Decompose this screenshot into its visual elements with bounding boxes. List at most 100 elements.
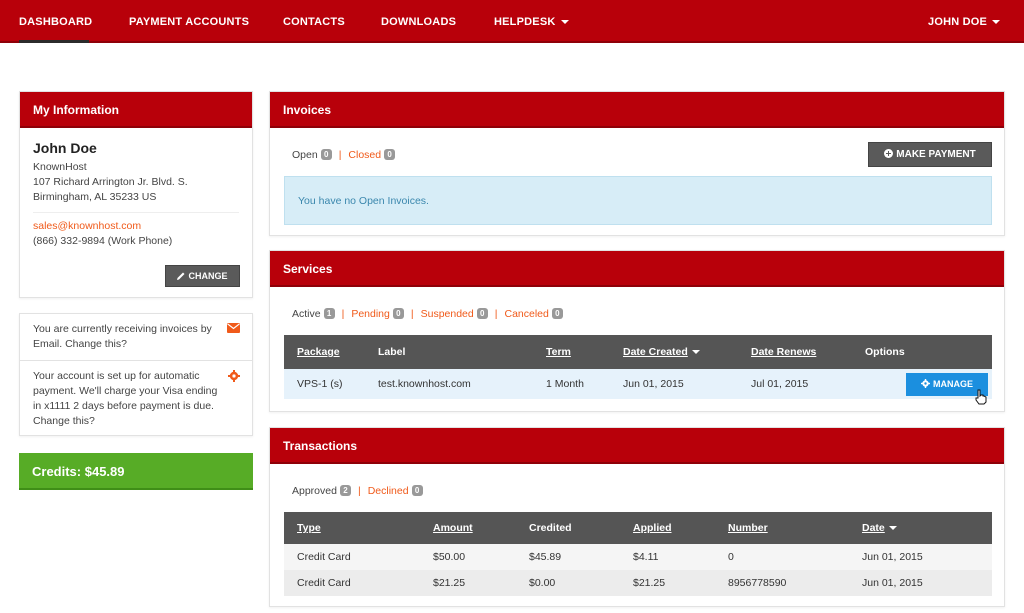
filter-approved[interactable]: Approved 2 xyxy=(292,485,351,497)
count-badge: 0 xyxy=(384,149,396,160)
chevron-down-icon xyxy=(560,20,569,25)
nav-helpdesk-label: HELPDESK xyxy=(494,16,556,28)
cell-applied: $4.11 xyxy=(620,544,715,570)
separator: | xyxy=(341,308,345,320)
chevron-down-icon xyxy=(992,20,1001,25)
filter-label: Suspended xyxy=(420,308,474,320)
separator: | xyxy=(494,308,498,320)
column-date[interactable]: Date xyxy=(849,512,992,544)
cell-date-created: Jun 01, 2015 xyxy=(610,369,738,399)
column-applied[interactable]: Applied xyxy=(620,512,715,544)
nav-contacts[interactable]: CONTACTS xyxy=(283,0,345,43)
user-menu[interactable]: JOHN DOE xyxy=(928,0,1001,43)
services-panel: Services Active 1 | Pending 0 | Suspended 0 | Can… xyxy=(269,250,1005,412)
hand-cursor-icon xyxy=(975,389,987,405)
notices-panel: You are currently receiving invoices by … xyxy=(19,313,253,436)
column-number[interactable]: Number xyxy=(715,512,849,544)
table-row: Credit Card $21.25 $0.00 $21.25 89567785… xyxy=(284,570,992,596)
change-info-button[interactable]: CHANGE xyxy=(165,265,240,287)
count-badge: 0 xyxy=(392,308,404,319)
column-credited: Credited xyxy=(516,512,620,544)
invoices-panel: Invoices Open 0 | Closed 0 MAKE PAYMENT You … xyxy=(269,91,1005,236)
service-filters: Active 1 | Pending 0 | Suspended 0 | Canceled 0 xyxy=(292,308,563,320)
cell-amount: $50.00 xyxy=(420,544,516,570)
cell-number: 8956778590 xyxy=(715,570,849,596)
column-date-renews[interactable]: Date Renews xyxy=(738,335,852,369)
column-type[interactable]: Type xyxy=(284,512,420,544)
filter-declined[interactable]: Declined 0 xyxy=(368,485,423,497)
no-invoices-alert: You have no Open Invoices. xyxy=(284,176,992,225)
notice-text: You are currently receiving invoices by … xyxy=(33,323,212,350)
separator: | xyxy=(357,485,361,497)
cell-date: Jun 01, 2015 xyxy=(849,544,992,570)
table-row: Credit Card $50.00 $45.89 $4.11 0 Jun 01… xyxy=(284,544,992,570)
table-row: VPS-1 (s) test.knownhost.com 1 Month Jun… xyxy=(284,369,992,399)
cell-type: Credit Card xyxy=(284,570,420,596)
separator: | xyxy=(338,149,342,161)
filter-open[interactable]: Open 0 xyxy=(292,149,332,161)
cell-amount: $21.25 xyxy=(420,570,516,596)
cell-date: Jun 01, 2015 xyxy=(849,570,992,596)
transaction-filters: Approved 2 | Declined 0 xyxy=(292,485,423,497)
address-line-1: 107 Richard Arrington Jr. Blvd. S. xyxy=(33,176,188,188)
cell-credited: $0.00 xyxy=(516,570,620,596)
filter-pending[interactable]: Pending 0 xyxy=(351,308,404,320)
cell-label: test.knownhost.com xyxy=(365,369,533,399)
column-package[interactable]: Package xyxy=(284,335,365,369)
transactions-table: Type Amount Credited Applied Number Date… xyxy=(284,512,992,596)
filter-active[interactable]: Active 1 xyxy=(292,308,335,320)
manage-label: MANAGE xyxy=(933,379,973,389)
notice-text: Your account is set up for automatic pay… xyxy=(33,370,218,427)
panel-title: Invoices xyxy=(270,92,1004,128)
email-link[interactable]: sales@knownhost.com xyxy=(33,219,239,234)
panel-title: My Information xyxy=(20,92,252,128)
gear-icon xyxy=(921,379,930,388)
filter-label: Pending xyxy=(351,308,390,320)
autopay-notice[interactable]: Your account is set up for automatic pay… xyxy=(20,360,252,436)
nav-dashboard[interactable]: DASHBOARD xyxy=(19,0,92,43)
plus-circle-icon xyxy=(884,149,894,158)
user-menu-label: JOHN DOE xyxy=(928,16,988,28)
cell-applied: $21.25 xyxy=(620,570,715,596)
filter-suspended[interactable]: Suspended 0 xyxy=(421,308,488,320)
cell-date-renews: Jul 01, 2015 xyxy=(738,369,852,399)
count-badge: 0 xyxy=(320,149,332,160)
panel-title: Services xyxy=(270,251,1004,287)
filter-canceled[interactable]: Canceled 0 xyxy=(504,308,563,320)
table-header-row: Type Amount Credited Applied Number Date xyxy=(284,512,992,544)
services-table: Package Label Term Date Created Date Ren… xyxy=(284,335,992,399)
filter-label: Open xyxy=(292,149,318,161)
column-date-created-label: Date Created xyxy=(623,346,688,358)
filter-label: Canceled xyxy=(504,308,549,320)
column-date-created[interactable]: Date Created xyxy=(610,335,738,369)
cell-credited: $45.89 xyxy=(516,544,620,570)
cell-number: 0 xyxy=(715,544,849,570)
count-badge: 0 xyxy=(476,308,488,319)
gear-icon xyxy=(228,370,240,382)
column-term[interactable]: Term xyxy=(533,335,610,369)
make-payment-button[interactable]: MAKE PAYMENT xyxy=(868,142,992,167)
address-line-2: Birmingham, AL 35233 US xyxy=(33,191,157,203)
my-information-panel: My Information John Doe KnownHost 107 Ri… xyxy=(19,91,253,298)
count-badge: 0 xyxy=(411,485,423,496)
count-badge: 1 xyxy=(323,308,335,319)
filter-closed[interactable]: Closed 0 xyxy=(348,149,396,161)
column-amount[interactable]: Amount xyxy=(420,512,516,544)
invoice-filters: Open 0 | Closed 0 xyxy=(292,149,396,161)
email-invoice-notice[interactable]: You are currently receiving invoices by … xyxy=(20,314,252,360)
phone-number: (866) 332-9894 (Work Phone) xyxy=(33,235,173,247)
filter-label: Closed xyxy=(348,149,382,161)
separator: | xyxy=(410,308,414,320)
panel-title: Transactions xyxy=(270,428,1004,464)
nav-payment-accounts[interactable]: PAYMENT ACCOUNTS xyxy=(129,0,249,43)
count-badge: 0 xyxy=(551,308,563,319)
transactions-panel: Transactions Approved 2 | Declined 0 Type Am… xyxy=(269,427,1005,607)
column-label: Label xyxy=(365,335,533,369)
table-header-row: Package Label Term Date Created Date Ren… xyxy=(284,335,992,369)
column-options: Options xyxy=(852,335,992,369)
company-name: KnownHost xyxy=(33,161,87,173)
account-name: John Doe xyxy=(33,140,97,156)
cell-type: Credit Card xyxy=(284,544,420,570)
nav-helpdesk[interactable]: HELPDESK xyxy=(494,0,569,43)
nav-downloads[interactable]: DOWNLOADS xyxy=(381,0,456,43)
